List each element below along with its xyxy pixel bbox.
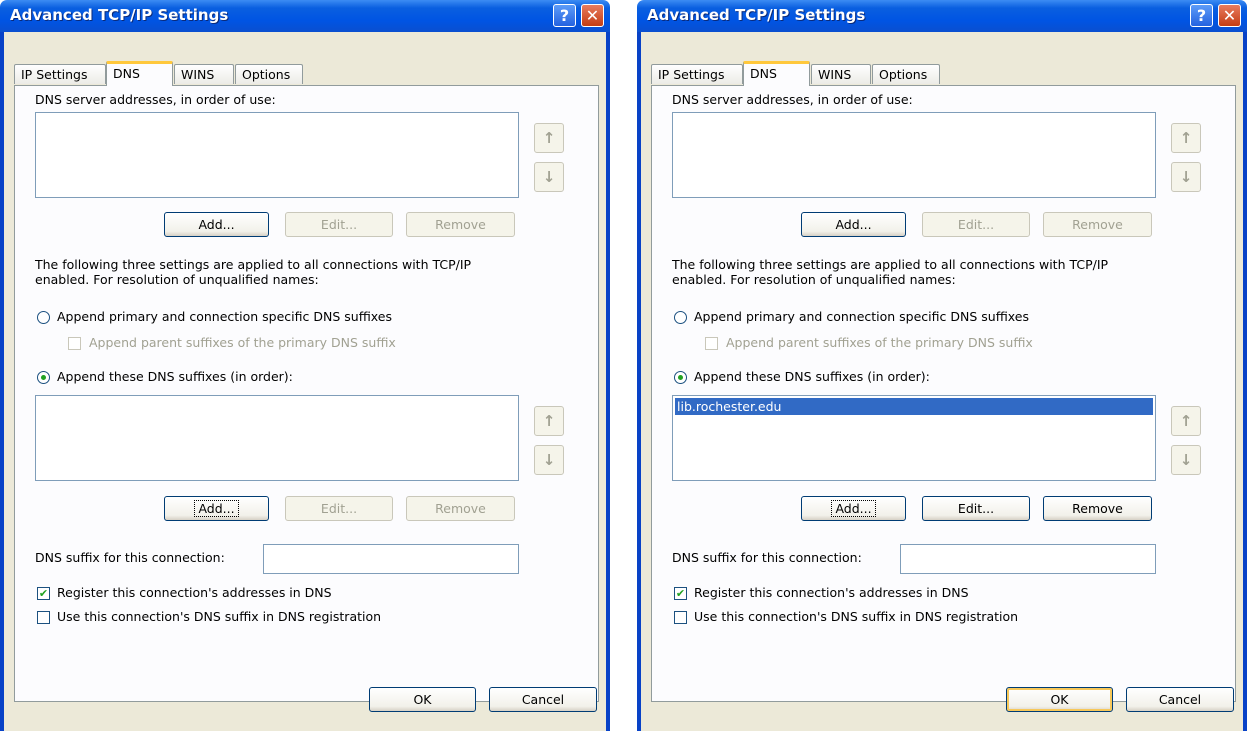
cancel-button[interactable]: Cancel — [489, 687, 597, 712]
checkbox-register-label: Register this connection's addresses in … — [694, 585, 969, 600]
dns-servers-list[interactable] — [35, 112, 519, 198]
suffix-add-button[interactable]: Add... — [164, 496, 269, 521]
arrow-up-icon: ↑ — [1179, 129, 1193, 147]
radio-selected-dot — [678, 375, 683, 380]
dns-servers-label: DNS server addresses, in order of use: — [35, 92, 276, 107]
suffix-add-button[interactable]: Add... — [801, 496, 906, 521]
info-text-line2: enabled. For resolution of unqualified n… — [35, 272, 319, 287]
checkbox-register[interactable]: ✔ — [37, 587, 50, 600]
dns-suffixes-list[interactable] — [35, 395, 519, 481]
dns-servers-label: DNS server addresses, in order of use: — [672, 92, 913, 107]
help-button[interactable]: ? — [553, 4, 576, 27]
dns-servers-list[interactable] — [672, 112, 1156, 198]
info-text-line2: enabled. For resolution of unqualified n… — [672, 272, 956, 287]
dns-tab-panel: DNS server addresses, in order of use: ↑… — [651, 85, 1236, 702]
tab-dns[interactable]: DNS — [743, 61, 810, 86]
dns-server-add-button[interactable]: Add... — [164, 212, 269, 237]
dns-server-down-button[interactable]: ↓ — [534, 162, 564, 192]
dialog-title: Advanced TCP/IP Settings — [647, 6, 866, 24]
help-button[interactable]: ? — [1190, 4, 1213, 27]
dns-server-edit-button[interactable]: Edit... — [922, 212, 1030, 237]
close-button[interactable]: ✕ — [581, 4, 604, 27]
arrow-down-icon: ↓ — [1179, 451, 1193, 469]
title-bar[interactable]: Advanced TCP/IP Settings ? ✕ — [0, 0, 610, 32]
checkbox-append-parent[interactable] — [705, 337, 718, 350]
dns-suffixes-list[interactable]: lib.rochester.edu — [672, 395, 1156, 481]
suffix-down-button[interactable]: ↓ — [534, 445, 564, 475]
dns-server-add-button[interactable]: Add... — [801, 212, 906, 237]
checkbox-register[interactable]: ✔ — [674, 587, 687, 600]
list-item[interactable]: lib.rochester.edu — [675, 398, 1153, 415]
radio-append-these-label: Append these DNS suffixes (in order): — [57, 369, 293, 384]
checkbox-append-parent[interactable] — [68, 337, 81, 350]
dns-tab-panel: DNS server addresses, in order of use: ↑… — [14, 85, 599, 702]
arrow-down-icon: ↓ — [542, 168, 556, 186]
ok-button[interactable]: OK — [369, 687, 476, 712]
checkbox-use-suffix[interactable] — [674, 611, 687, 624]
suffix-remove-button[interactable]: Remove — [1043, 496, 1152, 521]
dns-server-remove-button[interactable]: Remove — [1043, 212, 1152, 237]
arrow-up-icon: ↑ — [1179, 412, 1193, 430]
window-frame: IP Settings DNS WINS Options DNS server … — [0, 32, 610, 731]
dialog-client-area: IP Settings DNS WINS Options DNS server … — [641, 32, 1243, 731]
dns-server-edit-button[interactable]: Edit... — [285, 212, 393, 237]
suffix-up-button[interactable]: ↑ — [1171, 406, 1201, 436]
suffix-remove-button[interactable]: Remove — [406, 496, 515, 521]
radio-selected-dot — [41, 375, 46, 380]
info-text-line1: The following three settings are applied… — [672, 257, 1109, 272]
suffix-connection-label: DNS suffix for this connection: — [35, 550, 225, 565]
tab-dns[interactable]: DNS — [106, 61, 173, 86]
tab-ip-settings[interactable]: IP Settings — [651, 64, 743, 84]
suffix-connection-field[interactable] — [263, 544, 519, 574]
dns-server-up-button[interactable]: ↑ — [1171, 123, 1201, 153]
tab-wins[interactable]: WINS — [811, 64, 871, 84]
radio-append-these[interactable] — [674, 371, 687, 384]
radio-append-primary[interactable] — [37, 311, 50, 324]
checkbox-use-suffix-label: Use this connection's DNS suffix in DNS … — [57, 609, 382, 624]
radio-append-primary-label: Append primary and connection specific D… — [57, 309, 392, 324]
checkbox-use-suffix[interactable] — [37, 611, 50, 624]
suffix-connection-field[interactable] — [900, 544, 1156, 574]
radio-append-these[interactable] — [37, 371, 50, 384]
tab-options[interactable]: Options — [235, 64, 303, 84]
cancel-button[interactable]: Cancel — [1126, 687, 1234, 712]
suffix-up-button[interactable]: ↑ — [534, 406, 564, 436]
suffix-edit-button[interactable]: Edit... — [922, 496, 1030, 521]
ok-button[interactable]: OK — [1006, 687, 1113, 712]
radio-append-primary[interactable] — [674, 311, 687, 324]
info-text-line1: The following three settings are applied… — [35, 257, 472, 272]
advanced-tcpip-dialog-after: Advanced TCP/IP Settings ? ✕ IP Settings… — [637, 0, 1247, 731]
checkbox-append-parent-label: Append parent suffixes of the primary DN… — [726, 335, 1033, 350]
advanced-tcpip-dialog-before: Advanced TCP/IP Settings ? ✕ IP Settings… — [0, 0, 610, 731]
arrow-down-icon: ↓ — [1179, 168, 1193, 186]
arrow-up-icon: ↑ — [542, 412, 556, 430]
dialog-title: Advanced TCP/IP Settings — [10, 6, 229, 24]
checkbox-append-parent-label: Append parent suffixes of the primary DN… — [89, 335, 396, 350]
window-frame: IP Settings DNS WINS Options DNS server … — [637, 32, 1247, 731]
tab-options[interactable]: Options — [872, 64, 940, 84]
title-bar[interactable]: Advanced TCP/IP Settings ? ✕ — [637, 0, 1247, 32]
dns-server-down-button[interactable]: ↓ — [1171, 162, 1201, 192]
tab-wins[interactable]: WINS — [174, 64, 234, 84]
radio-append-primary-label: Append primary and connection specific D… — [694, 309, 1029, 324]
close-button[interactable]: ✕ — [1218, 4, 1241, 27]
checkbox-use-suffix-label: Use this connection's DNS suffix in DNS … — [694, 609, 1019, 624]
dialog-client-area: IP Settings DNS WINS Options DNS server … — [4, 32, 606, 731]
tab-ip-settings[interactable]: IP Settings — [14, 64, 106, 84]
arrow-down-icon: ↓ — [542, 451, 556, 469]
dns-server-up-button[interactable]: ↑ — [534, 123, 564, 153]
suffix-edit-button[interactable]: Edit... — [285, 496, 393, 521]
suffix-connection-label: DNS suffix for this connection: — [672, 550, 862, 565]
radio-append-these-label: Append these DNS suffixes (in order): — [694, 369, 930, 384]
arrow-up-icon: ↑ — [542, 129, 556, 147]
suffix-down-button[interactable]: ↓ — [1171, 445, 1201, 475]
dns-server-remove-button[interactable]: Remove — [406, 212, 515, 237]
checkbox-register-label: Register this connection's addresses in … — [57, 585, 332, 600]
